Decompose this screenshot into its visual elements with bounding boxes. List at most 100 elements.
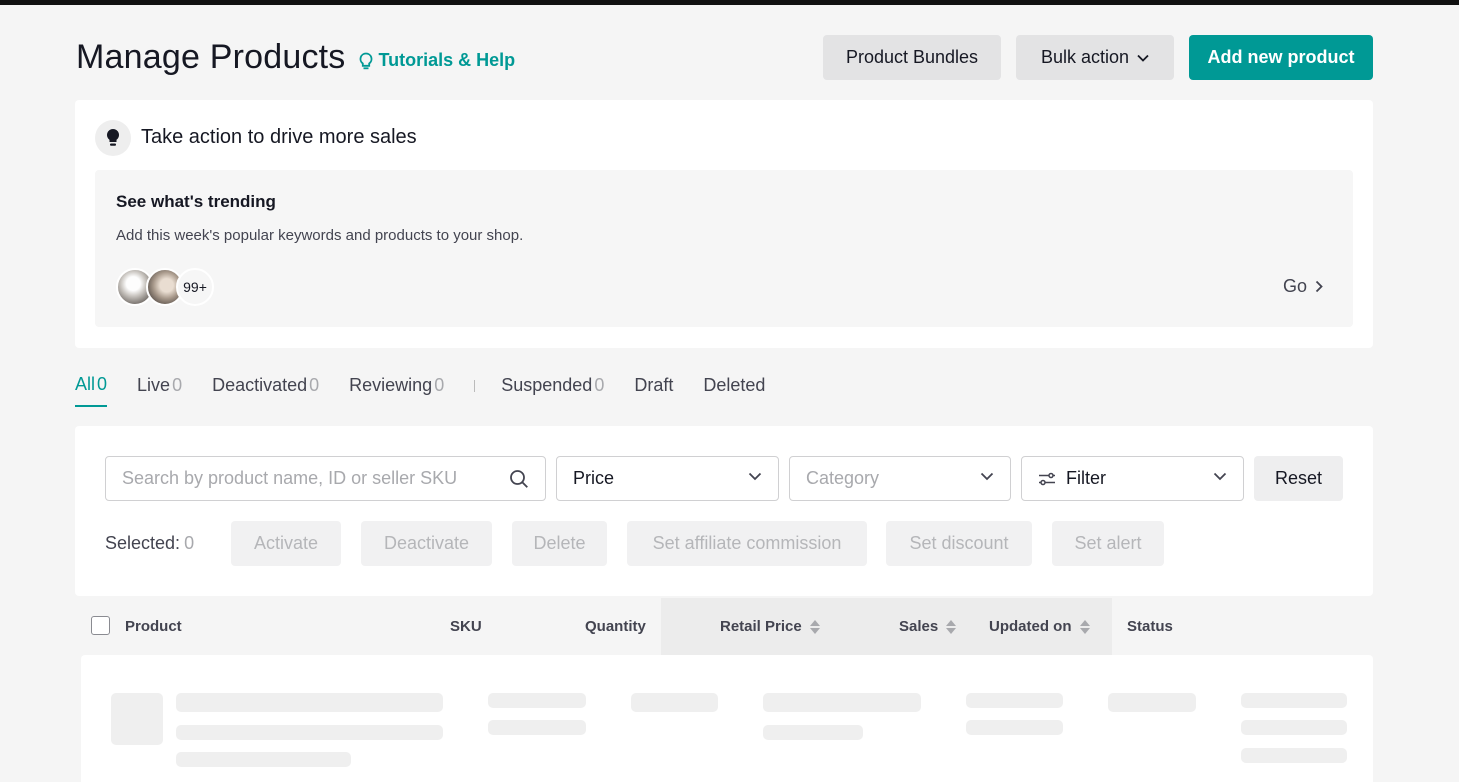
filter-select[interactable]: Filter: [1021, 456, 1244, 501]
category-select[interactable]: Category: [789, 456, 1011, 501]
price-select[interactable]: Price: [556, 456, 779, 501]
column-sales-label: Sales: [899, 618, 939, 635]
set-affiliate-commission-button[interactable]: Set affiliate commission: [627, 521, 867, 566]
skeleton-line: [1241, 748, 1347, 763]
product-bundles-label: Product Bundles: [845, 47, 979, 67]
skeleton-thumbnail: [111, 693, 163, 745]
price-select-value: Price: [573, 468, 615, 488]
skeleton-line: [176, 693, 443, 712]
sort-icon[interactable]: [1079, 619, 1090, 634]
tab-count: 0: [172, 375, 183, 395]
tab-label: Deleted: [703, 375, 766, 395]
add-new-product-button[interactable]: Add new product: [1189, 35, 1373, 80]
add-new-product-label: Add new product: [1207, 47, 1355, 67]
tutorials-help-link[interactable]: Tutorials & Help: [358, 50, 516, 71]
deactivate-button[interactable]: Deactivate: [361, 521, 492, 566]
tab-label: Draft: [634, 375, 674, 395]
sort-icon[interactable]: [946, 619, 957, 634]
filter-card: Price Category Filter Reset Selected:0 A…: [75, 426, 1373, 596]
page-header: Manage Products Tutorials & Help: [76, 38, 515, 77]
column-product: Product: [125, 618, 182, 635]
skeleton-line: [763, 693, 921, 712]
status-tabs: All 0 Live 0 Deactivated 0 Reviewing 0 Suspe…: [75, 374, 795, 407]
go-link[interactable]: Go: [1283, 276, 1323, 297]
activate-label: Activate: [253, 533, 319, 553]
go-label: Go: [1282, 276, 1307, 296]
top-bar: [0, 0, 1459, 5]
tab-count: 0: [97, 374, 108, 394]
take-action-card: Take action to drive more sales See what…: [75, 100, 1373, 348]
reset-button[interactable]: Reset: [1254, 456, 1343, 501]
selected-count: Selected: 0: [105, 533, 194, 554]
column-sku: SKU: [450, 618, 482, 635]
skeleton-line: [966, 720, 1063, 735]
tab-all[interactable]: All 0: [75, 374, 108, 407]
trending-description: Add this week's popular keywords and pro…: [116, 227, 524, 244]
set-discount-button[interactable]: Set discount: [886, 521, 1032, 566]
activate-button[interactable]: Activate: [231, 521, 341, 566]
skeleton-line: [488, 720, 586, 735]
tab-count: 0: [434, 375, 445, 395]
search-input[interactable]: [106, 457, 501, 500]
chevron-down-icon: [748, 472, 762, 481]
product-bundles-button[interactable]: Product Bundles: [823, 35, 1001, 80]
take-action-title: Take action to drive more sales: [141, 126, 417, 148]
chevron-right-icon: [1315, 280, 1323, 293]
delete-button[interactable]: Delete: [512, 521, 607, 566]
select-all-checkbox[interactable]: [91, 616, 110, 635]
bulk-action-button[interactable]: Bulk action: [1016, 35, 1174, 80]
set-affiliate-commission-label: Set affiliate commission: [652, 533, 842, 553]
tab-deleted[interactable]: Deleted: [703, 375, 765, 406]
tab-count: 0: [309, 375, 320, 395]
skeleton-line: [1241, 720, 1347, 735]
tab-draft[interactable]: Draft: [634, 375, 673, 406]
skeleton-line: [176, 752, 351, 767]
selected-number: 0: [184, 533, 195, 553]
set-alert-button[interactable]: Set alert: [1052, 521, 1164, 566]
skeleton-line: [1108, 693, 1196, 712]
column-quantity: Quantity: [585, 618, 646, 635]
more-count-badge: 99+: [176, 268, 214, 306]
selected-label: Selected:: [105, 533, 181, 553]
search-icon[interactable]: [509, 469, 529, 489]
skeleton-line: [176, 725, 443, 740]
column-updated-on-label: Updated on: [989, 618, 1072, 635]
tab-label: Reviewing: [349, 375, 433, 395]
search-box: [105, 456, 546, 501]
column-retail-price-label: Retail Price: [720, 618, 802, 635]
tab-label: Live: [137, 375, 171, 395]
skeleton-line: [1241, 693, 1347, 708]
lightbulb-icon: [95, 120, 131, 156]
tab-live[interactable]: Live 0: [137, 375, 182, 406]
tutorials-help-label: Tutorials & Help: [378, 50, 516, 70]
filter-sliders-icon: [1039, 472, 1055, 485]
lightbulb-outline-icon: [359, 52, 372, 69]
table-body-loading: [81, 655, 1373, 782]
skeleton-line: [763, 725, 863, 740]
page-title: Manage Products: [76, 38, 346, 76]
tab-suspended[interactable]: Suspended 0: [501, 375, 604, 406]
tab-label: All: [75, 374, 96, 394]
category-select-placeholder: Category: [806, 468, 880, 488]
column-updated-on[interactable]: Updated on: [989, 618, 1090, 635]
bulk-action-label: Bulk action: [1040, 47, 1130, 67]
filter-select-label: Filter: [1066, 468, 1106, 488]
tab-reviewing[interactable]: Reviewing 0: [349, 375, 444, 406]
skeleton-line: [488, 693, 586, 708]
chevron-down-icon: [1137, 54, 1149, 62]
reset-label: Reset: [1274, 468, 1323, 488]
table-header: Product SKU Quantity Retail Price Sales …: [75, 598, 1373, 655]
column-status: Status: [1127, 618, 1173, 635]
set-discount-label: Set discount: [909, 533, 1009, 553]
column-retail-price[interactable]: Retail Price: [720, 618, 820, 635]
trending-title: See what's trending: [116, 192, 276, 211]
delete-label: Delete: [533, 533, 586, 553]
tab-deactivated[interactable]: Deactivated 0: [212, 375, 319, 406]
deactivate-label: Deactivate: [383, 533, 470, 553]
chevron-down-icon: [980, 472, 994, 481]
sort-icon[interactable]: [809, 619, 820, 634]
skeleton-line: [966, 693, 1063, 708]
tab-divider: [474, 379, 476, 392]
column-sales[interactable]: Sales: [899, 618, 957, 635]
chevron-down-icon: [1213, 472, 1227, 481]
